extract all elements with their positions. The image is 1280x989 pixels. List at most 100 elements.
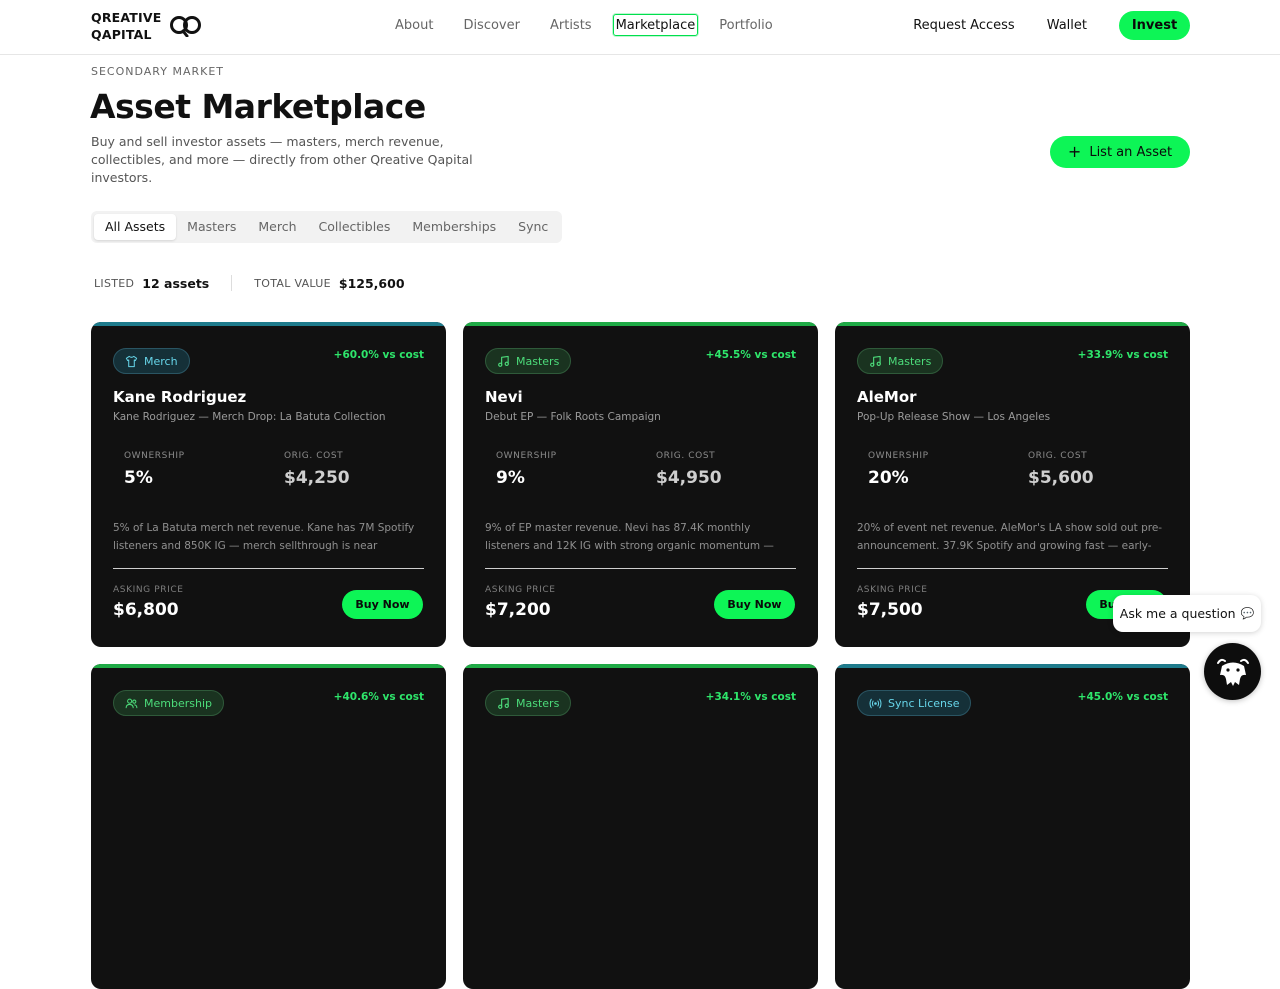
asking-price-value: $7,200 — [485, 600, 551, 620]
tab-sync[interactable]: Sync — [507, 214, 559, 240]
asset-filter-tabs: All Assets Masters Merch Collectibles Me… — [91, 211, 563, 243]
asking-price-value: $7,500 — [857, 600, 923, 620]
gain-vs-cost: +45.5% vs cost — [705, 349, 796, 361]
listed-label: LISTED — [94, 276, 135, 290]
orig-cost-label: ORIG. COST — [1028, 451, 1088, 461]
asset-subtitle: Debut EP — Folk Roots Campaign — [485, 411, 661, 423]
speech-bubble-icon: 💬 — [1240, 607, 1255, 620]
shirt-icon — [125, 355, 138, 367]
buy-now-button[interactable]: Buy Now — [342, 590, 423, 619]
list-asset-button[interactable]: + List an Asset — [1050, 136, 1190, 168]
asset-description: 5% of La Batuta merch net revenue. Kane … — [113, 522, 415, 552]
tab-merch[interactable]: Merch — [247, 214, 307, 240]
tab-all-assets[interactable]: All Assets — [94, 214, 177, 240]
broadcast-icon — [869, 698, 882, 708]
chat-assistant-button[interactable] — [1204, 643, 1261, 700]
request-access-link[interactable]: Request Access — [913, 18, 1014, 33]
orig-cost-value: $5,600 — [1028, 468, 1094, 488]
asset-card[interactable]: Membership +40.6% vs cost — [91, 664, 446, 989]
nav-about[interactable]: About — [386, 14, 442, 36]
card-divider — [857, 568, 1168, 569]
ownership-value: 5% — [124, 468, 153, 488]
brand-line-2: QAPITAL — [91, 27, 152, 42]
users-icon — [125, 698, 138, 708]
card-accent-line — [91, 664, 446, 668]
badge-label: Sync License — [888, 696, 960, 710]
card-divider — [485, 568, 796, 569]
bull-icon — [1216, 658, 1249, 686]
category-badge[interactable]: Masters — [485, 348, 572, 374]
list-asset-label: List an Asset — [1089, 144, 1173, 160]
gain-vs-cost: +34.1% vs cost — [705, 691, 796, 703]
asset-card[interactable]: Masters +45.5% vs cost Nevi Debut EP — F… — [463, 322, 818, 647]
tab-collectibles[interactable]: Collectibles — [308, 214, 402, 240]
music-note-icon — [498, 355, 509, 367]
music-note-icon — [870, 355, 881, 367]
buy-now-button[interactable]: Buy Now — [714, 590, 795, 619]
total-value: $125,600 — [338, 275, 405, 291]
double-ring-logo-icon — [170, 16, 202, 37]
wallet-link[interactable]: Wallet — [1047, 18, 1087, 33]
category-badge[interactable]: Sync License — [857, 690, 972, 716]
nav-artists[interactable]: Artists — [541, 14, 601, 36]
card-accent-line — [463, 322, 818, 326]
top-nav-bar: QREATIVE QAPITAL About Discover Artists … — [0, 0, 1280, 55]
nav-marketplace[interactable]: Marketplace — [612, 14, 699, 36]
ownership-label: OWNERSHIP — [868, 451, 929, 461]
tab-memberships[interactable]: Memberships — [401, 214, 507, 240]
asking-price-label: ASKING PRICE — [857, 585, 928, 595]
card-divider — [113, 568, 424, 569]
nav-discover[interactable]: Discover — [454, 14, 529, 36]
asset-description: 9% of EP master revenue. Nevi has 87.4K … — [485, 522, 774, 552]
gain-vs-cost: +33.9% vs cost — [1077, 349, 1168, 361]
badge-label: Masters — [516, 696, 560, 710]
asking-price-label: ASKING PRICE — [113, 585, 184, 595]
orig-cost-value: $4,950 — [656, 468, 722, 488]
orig-cost-label: ORIG. COST — [656, 451, 716, 461]
orig-cost-value: $4,250 — [284, 468, 350, 488]
brand-line-1: QREATIVE — [91, 10, 162, 25]
listed-value: 12 assets — [142, 275, 210, 291]
asking-price-value: $6,800 — [113, 600, 179, 620]
ownership-value: 9% — [496, 468, 525, 488]
asset-card[interactable]: Sync License +45.0% vs cost — [835, 664, 1190, 989]
artist-name: Kane Rodriguez — [113, 388, 247, 406]
gain-vs-cost: +60.0% vs cost — [333, 349, 424, 361]
badge-label: Merch — [144, 354, 178, 368]
stats-divider — [231, 275, 233, 291]
ownership-label: OWNERSHIP — [124, 451, 185, 461]
ownership-value: 20% — [868, 468, 909, 488]
category-badge[interactable]: Masters — [485, 690, 572, 716]
asset-subtitle: Kane Rodriguez — Merch Drop: La Batuta C… — [113, 411, 386, 423]
artist-name: AleMor — [857, 388, 917, 406]
badge-label: Masters — [516, 354, 560, 368]
page-subtitle: Buy and sell investor assets — masters, … — [91, 134, 473, 185]
brand-logo[interactable]: QREATIVE QAPITAL — [91, 9, 203, 43]
tab-masters[interactable]: Masters — [176, 214, 247, 240]
invest-button[interactable]: Invest — [1119, 11, 1190, 40]
card-accent-line — [91, 322, 446, 326]
total-value-label: TOTAL VALUE — [254, 276, 331, 290]
ask-question-bubble[interactable]: Ask me a question 💬 — [1113, 595, 1261, 632]
card-accent-line — [835, 664, 1190, 668]
card-accent-line — [463, 664, 818, 668]
section-eyebrow: SECONDARY MARKET — [91, 65, 224, 78]
badge-label: Membership — [144, 696, 212, 710]
category-badge[interactable]: Masters — [857, 348, 944, 374]
nav-portfolio[interactable]: Portfolio — [710, 14, 781, 36]
ask-question-label: Ask me a question — [1119, 606, 1236, 621]
category-badge[interactable]: Merch — [113, 348, 190, 374]
plus-icon: + — [1067, 142, 1082, 161]
card-accent-line — [835, 322, 1190, 326]
asset-card[interactable]: Masters +34.1% vs cost — [463, 664, 818, 989]
ownership-label: OWNERSHIP — [496, 451, 557, 461]
gain-vs-cost: +40.6% vs cost — [333, 691, 424, 703]
category-badge[interactable]: Membership — [113, 690, 224, 716]
badge-label: Masters — [888, 354, 932, 368]
asset-description: 20% of event net revenue. AleMor's LA sh… — [857, 522, 1163, 552]
header-actions: Request Access Wallet Invest — [913, 11, 1190, 40]
main-nav: About Discover Artists Marketplace Portf… — [386, 14, 782, 36]
gain-vs-cost: +45.0% vs cost — [1077, 691, 1168, 703]
asset-card[interactable]: Merch +60.0% vs cost Kane Rodriguez Kane… — [91, 322, 446, 647]
market-stats: LISTED 12 assets TOTAL VALUE $125,600 — [94, 275, 405, 291]
